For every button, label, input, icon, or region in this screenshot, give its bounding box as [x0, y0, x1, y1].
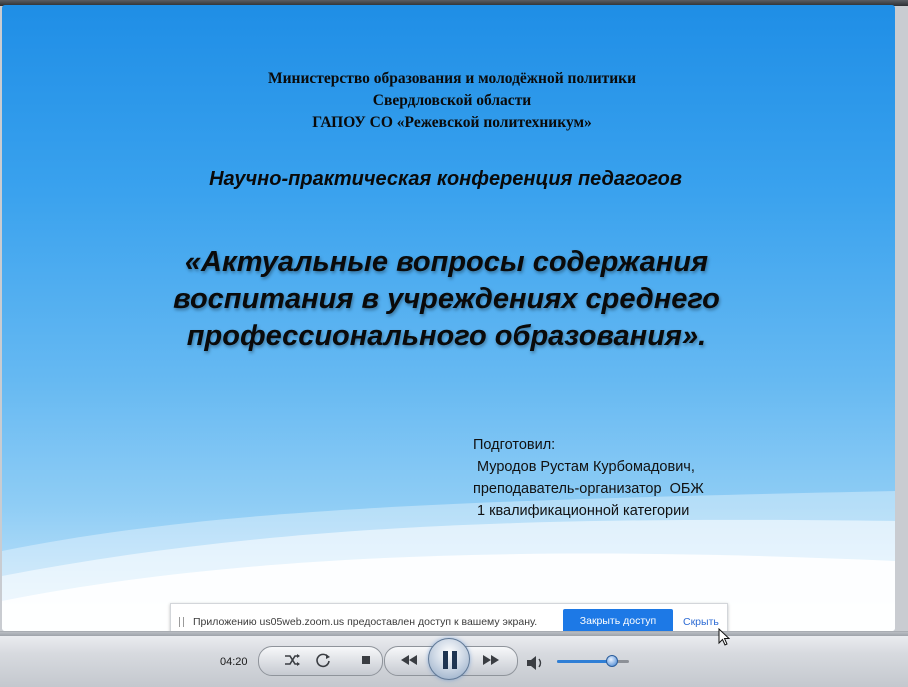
volume-slider-fill: [557, 660, 611, 663]
ministry-line: ГАПОУ СО «Режевской политехникум»: [312, 114, 592, 131]
mouse-cursor-icon: [718, 628, 730, 646]
ministry-line: Свердловской области: [372, 92, 532, 109]
topic-line: воспитания в учреждениях среднего: [173, 283, 720, 315]
elapsed-time: 04:20: [220, 656, 248, 668]
topic-line: «Актуальные вопросы содержания: [184, 246, 709, 278]
author-line: Муродов Рустам Курбомадович,: [473, 459, 695, 475]
conference-title: Научно-практическая конференция педагого…: [209, 168, 682, 190]
drag-handle-icon[interactable]: [179, 617, 184, 627]
topic-title: «Актуальные вопросы содержания воспитани…: [0, 244, 893, 355]
left-control-group: [258, 646, 383, 676]
author-line: Подготовил:: [473, 437, 556, 453]
author-line: 1 квалификационной категории: [473, 503, 690, 519]
next-icon[interactable]: [477, 649, 505, 671]
stop-sharing-button[interactable]: Закрыть доступ: [563, 609, 673, 633]
volume-slider-thumb[interactable]: [606, 655, 618, 667]
author-block: Подготовил: Муродов Рустам Курбомадович,…: [473, 434, 704, 522]
shuffle-icon[interactable]: [281, 649, 303, 671]
share-message: Приложению us05web.zoom.us предоставлен …: [193, 616, 538, 628]
pause-icon[interactable]: [428, 638, 470, 680]
volume-icon[interactable]: [524, 652, 546, 674]
seek-bar[interactable]: [0, 632, 908, 636]
ministry-heading: Министерство образования и молодёжной по…: [0, 68, 906, 134]
previous-icon[interactable]: [395, 649, 423, 671]
hide-link[interactable]: Скрыть: [683, 616, 719, 628]
repeat-icon[interactable]: [312, 649, 334, 671]
author-line: преподаватель-организатор ОБЖ: [473, 481, 704, 497]
ministry-line: Министерство образования и молодёжной по…: [267, 70, 637, 87]
stop-icon[interactable]: [355, 649, 377, 671]
media-player-controls: 04:20: [0, 631, 908, 687]
topic-line: профессионального образования».: [186, 320, 707, 352]
volume-slider[interactable]: [557, 655, 629, 667]
